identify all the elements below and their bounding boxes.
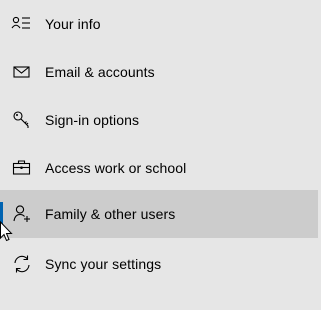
nav-item-label: Access work or school <box>45 160 187 176</box>
nav-item-family-other-users[interactable]: Family & other users <box>0 190 318 238</box>
nav-item-label: Sync your settings <box>45 256 162 272</box>
email-icon <box>11 62 33 82</box>
nav-item-your-info[interactable]: Your info <box>0 0 318 48</box>
your-info-icon <box>11 14 33 34</box>
settings-nav: Your info Email & accounts Sign-in optio… <box>0 0 321 310</box>
nav-item-sign-in-options[interactable]: Sign-in options <box>0 96 318 144</box>
nav-item-email-accounts[interactable]: Email & accounts <box>0 48 318 96</box>
nav-item-access-work-school[interactable]: Access work or school <box>0 144 318 192</box>
key-icon <box>11 110 33 130</box>
mouse-cursor-icon <box>0 216 14 244</box>
nav-item-label: Email & accounts <box>45 64 155 80</box>
briefcase-icon <box>11 158 33 178</box>
nav-item-label: Sign-in options <box>45 112 140 128</box>
nav-item-sync-settings[interactable]: Sync your settings <box>0 240 318 288</box>
nav-item-label: Family & other users <box>45 206 176 222</box>
sync-icon <box>11 254 33 274</box>
person-add-icon <box>11 204 33 224</box>
nav-item-label: Your info <box>45 16 101 32</box>
